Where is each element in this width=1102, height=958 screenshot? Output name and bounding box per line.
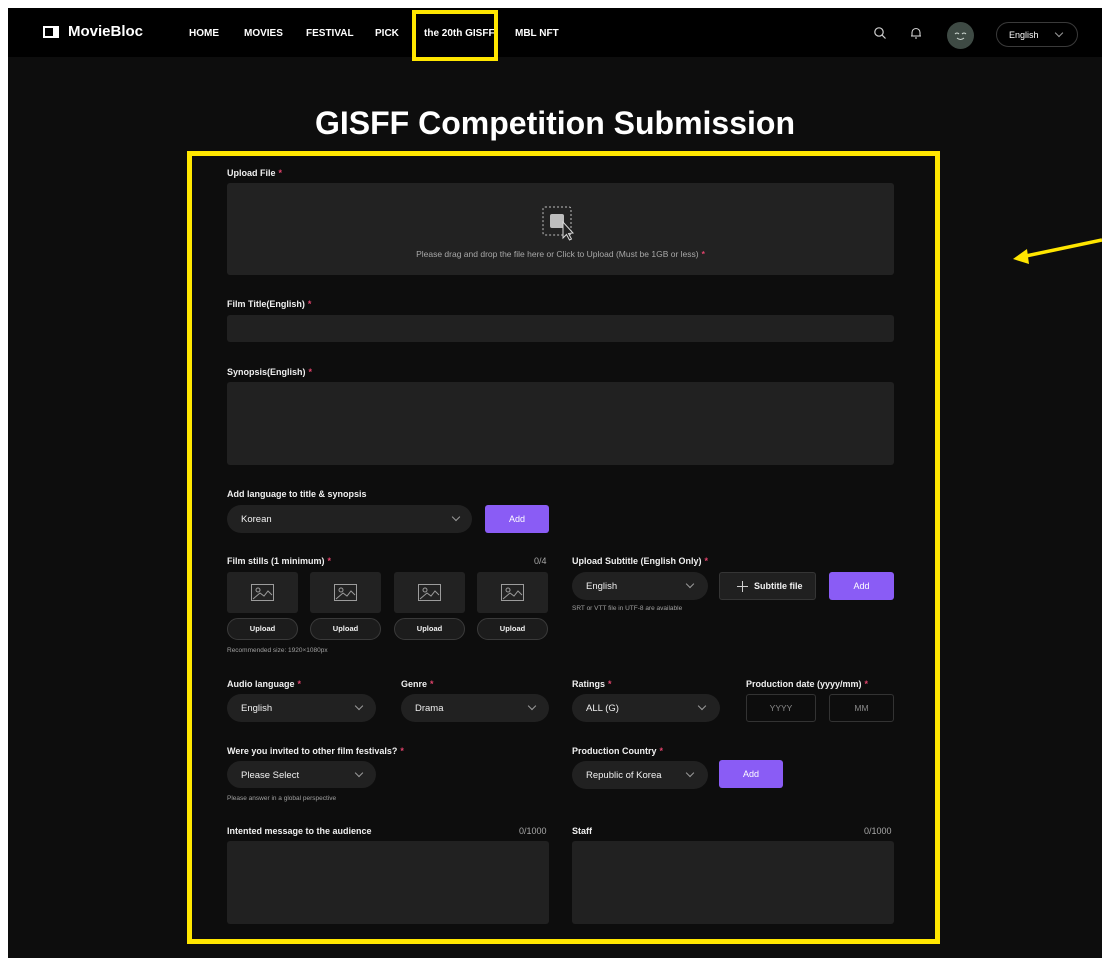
logo-text: MovieBloc [68,23,144,40]
highlight-box-form [187,151,940,944]
nav-movies[interactable]: MOVIES [244,28,283,39]
search-icon[interactable] [873,26,887,40]
nav-festival[interactable]: FESTIVAL [306,28,354,39]
annotation-arrow-icon [1013,238,1102,264]
page-title: GISFF Competition Submission [315,105,795,141]
logo-icon [43,25,59,38]
bell-icon[interactable] [909,26,923,40]
logo[interactable]: MovieBloc [42,23,143,40]
language-select-value: English [1009,30,1039,40]
highlight-box-gisff-tab [412,10,498,61]
nav-home[interactable]: HOME [189,28,219,39]
top-navbar: MovieBloc HOME MOVIES FESTIVAL PICK the … [8,8,1102,57]
nav-pick[interactable]: PICK [375,28,399,39]
avatar-face-icon [954,32,967,40]
page: MovieBloc HOME MOVIES FESTIVAL PICK the … [8,8,1102,958]
avatar[interactable] [947,22,974,49]
language-select[interactable]: English [996,22,1078,47]
chevron-down-icon [1054,28,1064,38]
nav-mbl-nft[interactable]: MBL NFT [515,28,559,39]
